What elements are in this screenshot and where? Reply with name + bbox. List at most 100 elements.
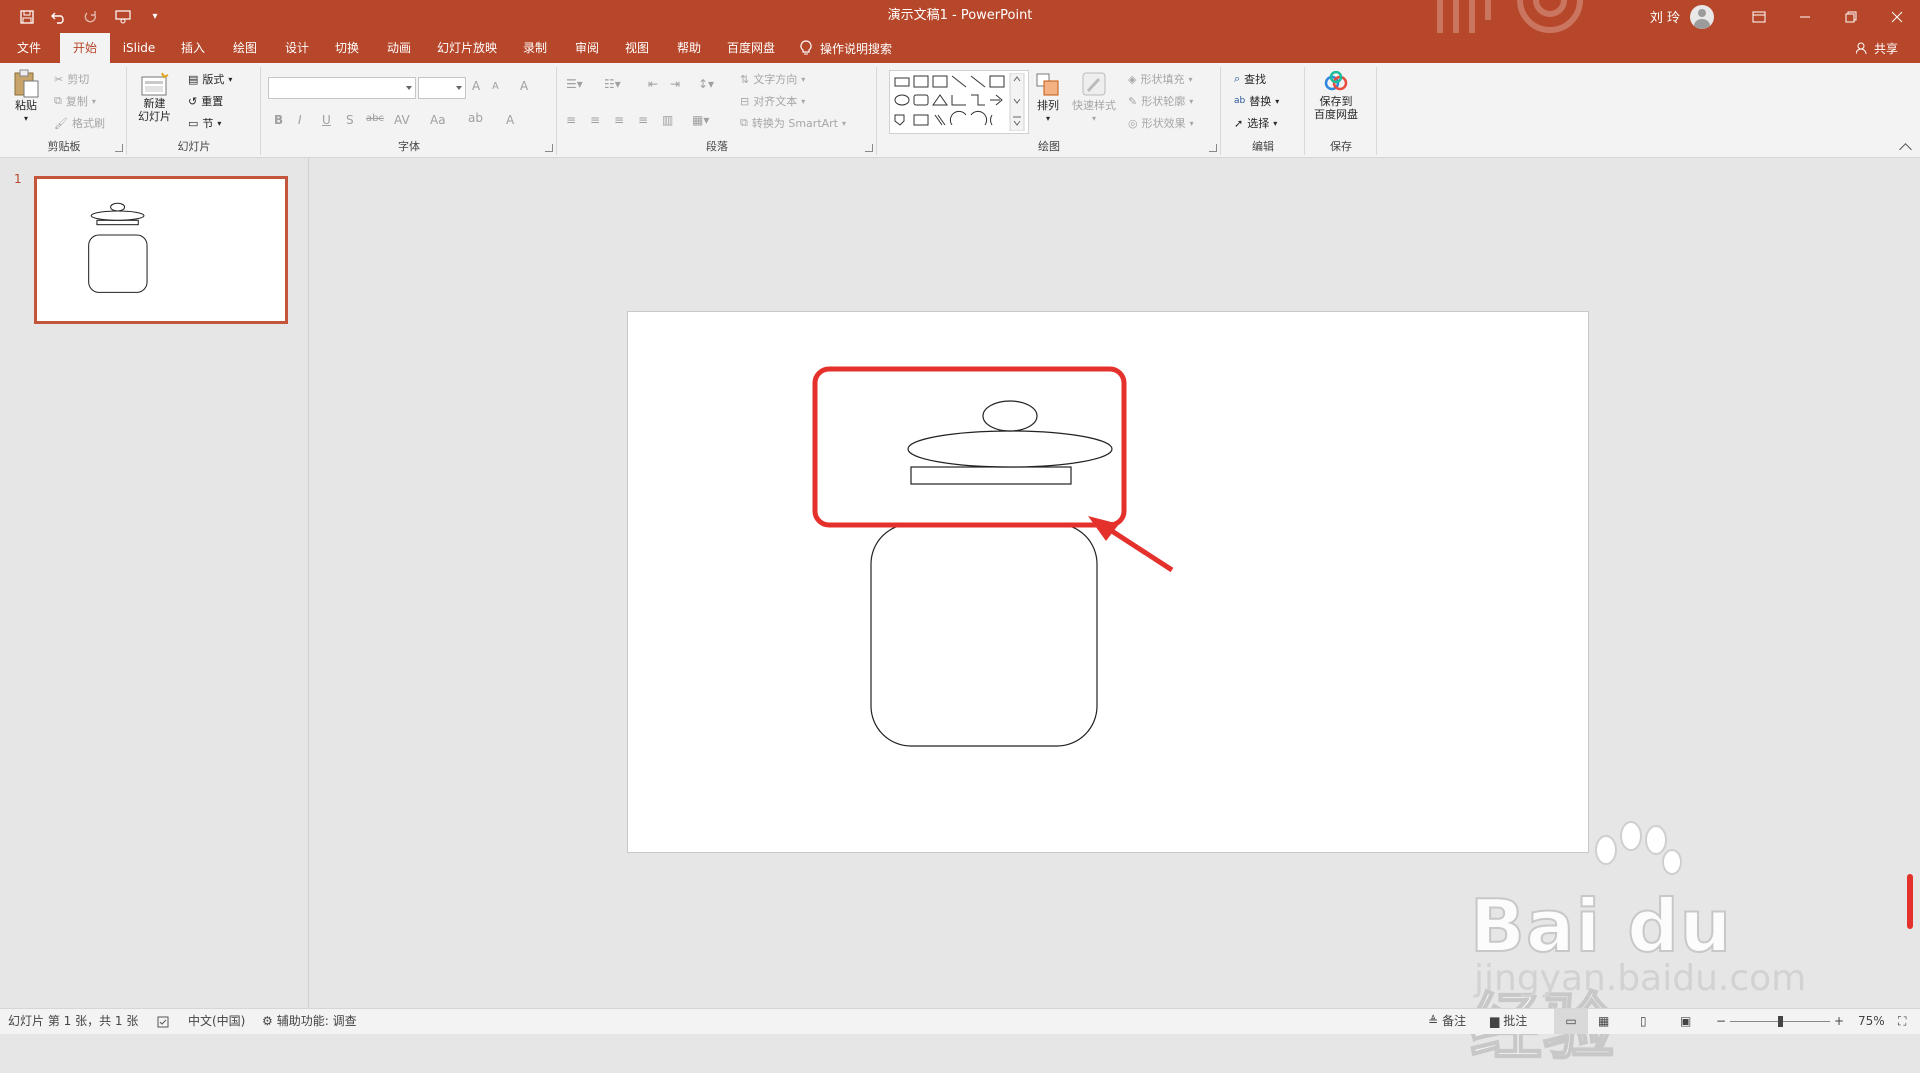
- shapes-gallery[interactable]: [889, 70, 1029, 134]
- tab-record[interactable]: 录制: [514, 33, 556, 63]
- shadow-button[interactable]: S: [346, 113, 354, 127]
- tab-islide[interactable]: iSlide: [118, 33, 160, 63]
- tab-insert[interactable]: 插入: [172, 33, 214, 63]
- select-label: 选择: [1247, 117, 1270, 130]
- format-painter-button[interactable]: 🖌 格式刷: [54, 113, 105, 133]
- font-color-button[interactable]: A: [506, 113, 514, 127]
- restore-icon[interactable]: [1828, 0, 1874, 33]
- shrink-font-icon[interactable]: A: [492, 81, 499, 92]
- shape-fill-button[interactable]: ◈ 形状填充 ▾: [1128, 69, 1192, 89]
- italic-button[interactable]: I: [298, 113, 302, 127]
- new-slide-button[interactable]: 新建 幻灯片: [138, 71, 171, 123]
- accessibility-status[interactable]: ⚙ 辅助功能: 调查: [262, 1009, 357, 1034]
- tab-draw[interactable]: 绘图: [224, 33, 266, 63]
- slide-sorter-icon[interactable]: ▦: [1598, 1009, 1609, 1034]
- line-spacing-icon[interactable]: ↕▾: [698, 77, 714, 91]
- minimize-icon[interactable]: [1782, 0, 1828, 33]
- slide-canvas[interactable]: [627, 311, 1589, 853]
- distributed-icon[interactable]: ▥: [662, 113, 673, 127]
- paste-button[interactable]: 粘贴 ▾: [12, 69, 40, 125]
- ribbon-tabs: 文件 开始 iSlide 插入 绘图 设计 切换 动画 幻灯片放映 录制 审阅 …: [0, 33, 1920, 63]
- zoom-in-icon[interactable]: +: [1834, 1009, 1844, 1034]
- tell-me-search[interactable]: 操作说明搜索: [800, 33, 892, 63]
- tab-file[interactable]: 文件: [12, 33, 46, 63]
- font-name-combobox[interactable]: [268, 77, 416, 99]
- tab-help[interactable]: 帮助: [668, 33, 710, 63]
- tab-review[interactable]: 审阅: [566, 33, 608, 63]
- drawing-launcher-icon[interactable]: [1209, 144, 1217, 152]
- quick-styles-button[interactable]: 快速样式 ▾: [1072, 71, 1116, 125]
- arrange-button[interactable]: 排列 ▾: [1034, 71, 1062, 125]
- underline-button[interactable]: U: [322, 113, 331, 127]
- share-button[interactable]: 共享: [1855, 33, 1898, 63]
- new-slide-icon: [141, 72, 168, 96]
- justify-icon[interactable]: ≡: [638, 113, 648, 127]
- font-size-combobox[interactable]: [418, 77, 466, 99]
- increase-indent-icon[interactable]: ⇥: [670, 77, 680, 91]
- grow-font-icon[interactable]: A: [472, 79, 480, 93]
- scrollbar-thumb[interactable]: [1907, 874, 1913, 929]
- clear-format-icon[interactable]: A: [520, 79, 528, 93]
- quick-styles-icon: [1082, 72, 1106, 96]
- tab-slideshow[interactable]: 幻灯片放映: [432, 33, 502, 63]
- user-name[interactable]: 刘 玲: [1650, 7, 1680, 26]
- reset-label: 重置: [201, 95, 224, 108]
- lightbulb-icon: [800, 40, 812, 55]
- decrease-indent-icon[interactable]: ⇤: [648, 77, 658, 91]
- zoom-out-icon[interactable]: −: [1716, 1009, 1726, 1034]
- shape-effects-button[interactable]: ◎ 形状效果 ▾: [1128, 113, 1194, 133]
- layout-button[interactable]: ▤ 版式 ▾: [188, 69, 232, 89]
- align-right-icon[interactable]: ≡: [614, 113, 624, 127]
- reading-view-icon[interactable]: ▯: [1640, 1009, 1647, 1034]
- cut-button[interactable]: ✂ 剪切: [54, 69, 89, 89]
- align-left-icon[interactable]: ≡: [566, 113, 576, 127]
- replace-button[interactable]: ab 替换 ▾: [1234, 91, 1279, 111]
- person-icon: [1855, 42, 1867, 54]
- char-spacing-button[interactable]: AV: [394, 113, 410, 127]
- normal-view-icon[interactable]: ▭: [1554, 1009, 1588, 1034]
- tab-transitions[interactable]: 切换: [326, 33, 368, 63]
- select-button[interactable]: ➚ 选择 ▾: [1234, 113, 1277, 133]
- tab-home[interactable]: 开始: [60, 33, 110, 63]
- spell-check-icon[interactable]: [156, 1009, 170, 1034]
- fit-to-window-icon[interactable]: ⛶: [1898, 1009, 1906, 1034]
- slideshow-icon[interactable]: ▣: [1680, 1009, 1691, 1034]
- reset-button[interactable]: ↺ 重置: [188, 91, 223, 111]
- notes-button[interactable]: ≜ 备注: [1428, 1009, 1466, 1034]
- close-icon[interactable]: [1874, 0, 1920, 33]
- slide-thumbnail[interactable]: [34, 176, 288, 324]
- highlight-icon[interactable]: ab: [468, 111, 483, 125]
- align-center-icon[interactable]: ≡: [590, 113, 600, 127]
- bullets-icon[interactable]: ☰▾: [566, 77, 583, 91]
- tab-baidu-netdisk[interactable]: 百度网盘: [720, 33, 782, 63]
- change-case-button[interactable]: Aa: [430, 113, 446, 127]
- copy-button[interactable]: ⧉ 复制 ▾: [54, 91, 96, 111]
- zoom-slider[interactable]: [1730, 1009, 1830, 1034]
- shape-outline-button[interactable]: ✎ 形状轮廓 ▾: [1128, 91, 1193, 111]
- paragraph-launcher-icon[interactable]: [865, 144, 873, 152]
- text-direction-button[interactable]: ⇅ 文字方向 ▾: [740, 69, 805, 89]
- bold-button[interactable]: B: [274, 113, 283, 127]
- tab-view[interactable]: 视图: [616, 33, 658, 63]
- comments-button[interactable]: ▆ 批注: [1490, 1009, 1527, 1034]
- collapse-ribbon-icon[interactable]: [1899, 143, 1912, 156]
- align-text-label: 对齐文本: [753, 95, 798, 108]
- align-text-button[interactable]: ⊟ 对齐文本 ▾: [740, 91, 805, 111]
- strikethrough-button[interactable]: abc: [366, 113, 384, 124]
- avatar[interactable]: [1690, 4, 1714, 29]
- clipboard-launcher-icon[interactable]: [115, 144, 123, 152]
- language-status[interactable]: 中文(中国): [188, 1009, 245, 1034]
- tab-animations[interactable]: 动画: [378, 33, 420, 63]
- smartart-button[interactable]: ⧉ 转换为 SmartArt ▾: [740, 113, 846, 133]
- columns-icon[interactable]: ▦▾: [692, 113, 709, 127]
- ribbon-display-icon[interactable]: [1736, 0, 1782, 33]
- save-to-netdisk-button[interactable]: 保存到 百度网盘: [1314, 71, 1358, 121]
- slide-thumbnail-pane[interactable]: 1: [0, 158, 309, 1008]
- section-button[interactable]: ▭ 节 ▾: [188, 113, 221, 133]
- zoom-level[interactable]: 75%: [1858, 1009, 1885, 1034]
- tab-design[interactable]: 设计: [276, 33, 318, 63]
- font-launcher-icon[interactable]: [545, 144, 553, 152]
- numbering-icon[interactable]: ☷▾: [604, 77, 621, 91]
- vertical-scrollbar[interactable]: [1901, 158, 1920, 1008]
- find-button[interactable]: ⌕ 查找: [1234, 69, 1266, 89]
